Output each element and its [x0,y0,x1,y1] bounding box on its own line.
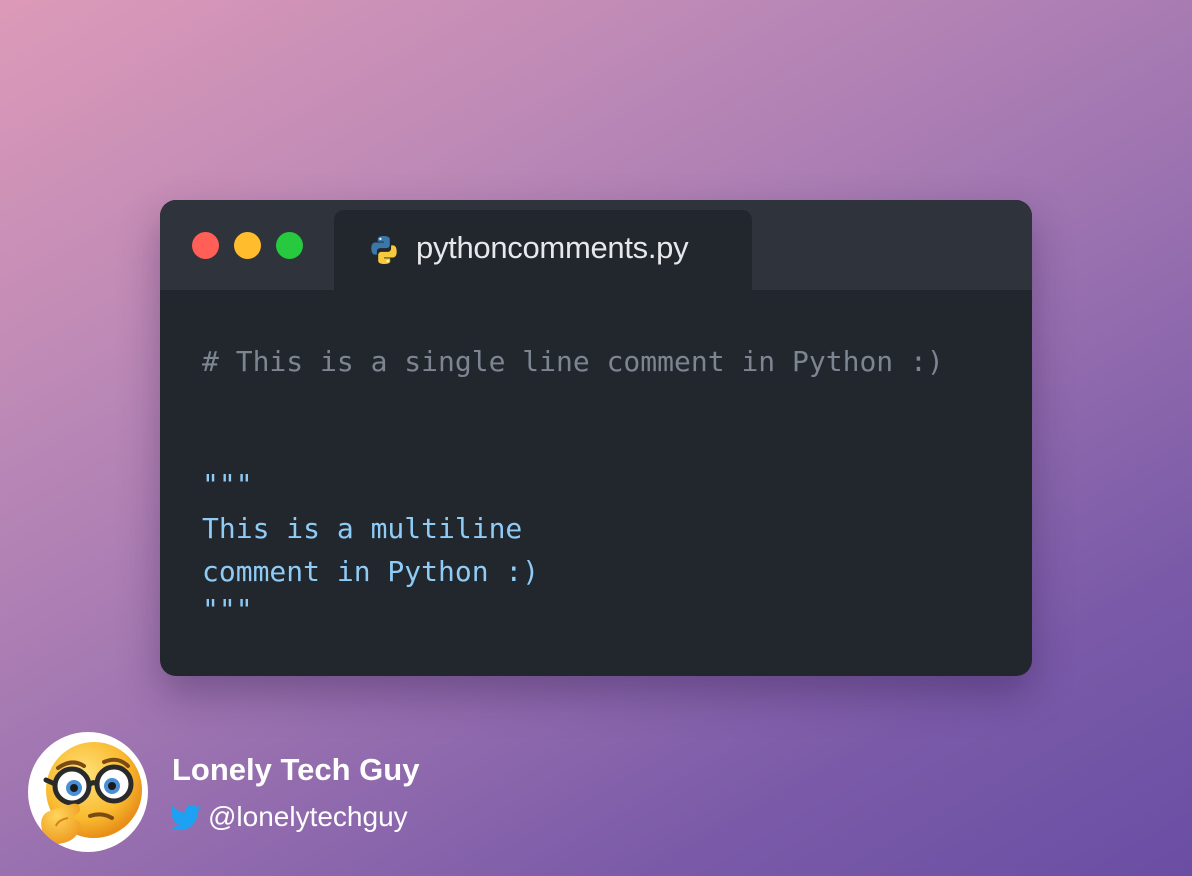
twitter-icon [169,804,202,832]
author-name: Lonely Tech Guy [172,752,420,787]
code-window: pythoncomments.py # This is a single lin… [160,200,1032,676]
docstring-line-2: comment in Python :) [202,555,540,588]
tab-pythoncomments[interactable]: pythoncomments.py [334,210,752,290]
python-icon [368,234,400,266]
docstring-line-1: This is a multiline [202,512,523,545]
docstring-open-quotes: """ [202,468,253,501]
single-line-comment: # This is a single line comment in Pytho… [202,345,944,378]
minimize-window-button[interactable] [234,232,261,259]
avatar [28,732,148,852]
thinking-face-with-glasses-icon [41,742,142,844]
maximize-window-button[interactable] [276,232,303,259]
tab-filename: pythoncomments.py [416,230,689,265]
title-bar: pythoncomments.py [160,200,1032,290]
docstring-close-quotes: """ [202,593,253,626]
twitter-handle[interactable]: @lonelytechguy [208,801,408,833]
close-window-button[interactable] [192,232,219,259]
